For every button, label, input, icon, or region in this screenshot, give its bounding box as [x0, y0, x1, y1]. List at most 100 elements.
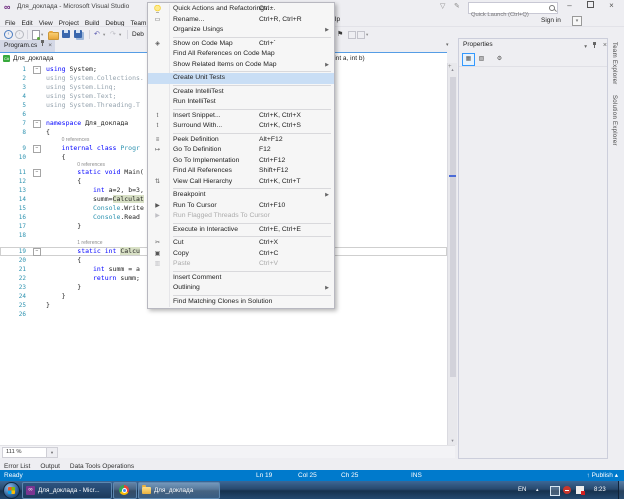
- menu-item-create-unit-tests[interactable]: Create Unit Tests: [148, 73, 334, 84]
- code-text[interactable]: namespace Для_доклада: [46, 119, 128, 128]
- menu-help-fragment[interactable]: lp: [335, 16, 340, 23]
- show-desktop-button[interactable]: [618, 481, 624, 499]
- code-text[interactable]: int a=2, b=3,: [46, 186, 144, 195]
- side-tab-team-explorer[interactable]: Team Explorer: [611, 42, 617, 85]
- save-icon[interactable]: [62, 30, 70, 38]
- code-text[interactable]: using System.Threading.T: [46, 101, 140, 110]
- code-text[interactable]: Console.Write: [46, 204, 144, 213]
- menu-item-execute-in-interactive[interactable]: Execute in InteractiveCtrl+E, Ctrl+E: [148, 225, 334, 236]
- code-text[interactable]: using System.Collections.: [46, 74, 144, 83]
- code-text[interactable]: {: [46, 256, 81, 265]
- code-text[interactable]: using System.Text;: [46, 92, 116, 101]
- code-text[interactable]: using System;: [46, 65, 97, 74]
- send-feedback-icon[interactable]: ✎: [454, 3, 460, 11]
- code-text[interactable]: {: [46, 128, 50, 137]
- navigate-backward-icon[interactable]: ‹: [4, 30, 13, 39]
- categorized-icon[interactable]: ▦: [462, 53, 475, 66]
- menu-item-insert-snippet[interactable]: tInsert Snippet...Ctrl+K, Ctrl+X: [148, 111, 334, 122]
- taskbar-item-chrome[interactable]: [113, 482, 137, 499]
- minimize-button[interactable]: –: [560, 0, 579, 13]
- pin-icon[interactable]: [40, 40, 45, 47]
- menu-item-run-intellitest[interactable]: Run IntelliTest: [148, 97, 334, 108]
- menu-item-cut[interactable]: ✂CutCtrl+X: [148, 238, 334, 249]
- code-text[interactable]: using System.Linq;: [46, 83, 116, 92]
- uncomment-icon[interactable]: [357, 31, 365, 39]
- publish-button[interactable]: ↑ Publish ▴: [587, 470, 618, 481]
- start-button[interactable]: [3, 482, 20, 499]
- taskbar-item-folder[interactable]: Для_доклада: [138, 482, 220, 499]
- fold-collapse-icon[interactable]: −: [33, 145, 41, 153]
- undo-dropdown-icon[interactable]: ▾: [103, 30, 105, 39]
- menu-item-find-matching-clones-in-solution[interactable]: Find Matching Clones in Solution: [148, 297, 334, 308]
- menu-item-outlining[interactable]: Outlining▶: [148, 283, 334, 294]
- scroll-down-icon[interactable]: ▾: [448, 438, 457, 444]
- project-dropdown[interactable]: Для_доклада: [13, 55, 53, 62]
- code-text[interactable]: return summ;: [46, 274, 140, 283]
- code-text[interactable]: {: [46, 177, 81, 186]
- code-text[interactable]: internal class Progr: [46, 144, 140, 153]
- feedback-smiley-icon[interactable]: ▽: [440, 3, 445, 11]
- fold-collapse-icon[interactable]: −: [33, 120, 41, 128]
- menu-item-surround-with[interactable]: tSurround With...Ctrl+K, Ctrl+S: [148, 121, 334, 132]
- quick-launch-box[interactable]: [468, 2, 558, 14]
- auto-hide-pin-icon[interactable]: [592, 41, 597, 49]
- code-text[interactable]: int summ = a: [46, 265, 140, 274]
- show-hidden-icons-icon[interactable]: ▴: [536, 481, 539, 499]
- document-well-dropdown-icon[interactable]: ▾: [446, 42, 449, 48]
- close-button[interactable]: ×: [602, 0, 621, 13]
- menu-item-copy[interactable]: ▣CopyCtrl+C: [148, 249, 334, 260]
- tab-program-cs[interactable]: Program.cs×: [0, 40, 55, 52]
- fold-collapse-icon[interactable]: −: [33, 66, 41, 74]
- code-text[interactable]: static int Calcu: [46, 247, 140, 256]
- menu-item-rename[interactable]: ▭Rename...Ctrl+R, Ctrl+R: [148, 15, 334, 26]
- properties-header[interactable]: Properties ▾ ×: [459, 39, 611, 51]
- menu-item-show-on-code-map[interactable]: ◈Show on Code MapCtrl+`: [148, 39, 334, 50]
- property-pages-icon[interactable]: ⚙: [493, 53, 506, 66]
- menu-item-insert-comment[interactable]: Insert Comment: [148, 273, 334, 284]
- code-text[interactable]: }: [46, 283, 81, 292]
- close-tab-icon[interactable]: ×: [48, 42, 52, 49]
- menu-item-breakpoint[interactable]: Breakpoint▶: [148, 190, 334, 201]
- scrollbar-thumb[interactable]: [450, 77, 456, 377]
- menu-item-view-call-hierarchy[interactable]: ⇅View Call HierarchyCtrl+K, Ctrl+T: [148, 177, 334, 188]
- toolbar-overflow-icon[interactable]: ▾: [366, 30, 368, 39]
- open-file-icon[interactable]: [48, 32, 59, 40]
- action-center-flag-icon[interactable]: [576, 486, 584, 494]
- menu-item-go-to-definition[interactable]: ↦Go To DefinitionF12: [148, 145, 334, 156]
- code-text[interactable]: static void Main(: [46, 168, 144, 177]
- sign-in-link[interactable]: Sign in: [541, 17, 561, 24]
- code-text[interactable]: Console.Read: [46, 213, 140, 222]
- new-item-dropdown-icon[interactable]: ▾: [41, 30, 43, 39]
- restore-button[interactable]: [581, 0, 600, 13]
- code-text[interactable]: }: [46, 292, 66, 301]
- menu-item-quick-actions-and-refactorings[interactable]: Quick Actions and Refactorings...Ctrl+.: [148, 4, 334, 15]
- save-all-icon[interactable]: [74, 30, 82, 38]
- menu-item-go-to-implementation[interactable]: Go To ImplementationCtrl+F12: [148, 156, 334, 167]
- menu-item-show-related-items-on-code-map[interactable]: Show Related Items on Code Map▶: [148, 60, 334, 71]
- highlighted-symbol[interactable]: Calcu: [120, 247, 140, 255]
- comment-icon[interactable]: [348, 31, 356, 39]
- menu-item-create-intellitest[interactable]: Create IntelliTest: [148, 87, 334, 98]
- menu-item-organize-usings[interactable]: Organize Usings▶: [148, 25, 334, 36]
- alphabetical-icon[interactable]: ▧: [475, 53, 488, 66]
- taskbar-clock[interactable]: 8:23: [594, 481, 606, 499]
- menu-item-peek-definition[interactable]: ≡Peek DefinitionAlt+F12: [148, 135, 334, 146]
- fold-collapse-icon[interactable]: −: [33, 169, 41, 177]
- debug-target-dropdown[interactable]: Deb: [132, 30, 144, 39]
- taskbar-item-visual-studio[interactable]: ∞ Для_доклада - Micr...: [22, 482, 112, 499]
- code-text[interactable]: }: [46, 301, 50, 310]
- tray-icon-2[interactable]: [563, 486, 571, 494]
- menu-item-find-all-references-on-code-map[interactable]: Find All References on Code Map: [148, 49, 334, 60]
- language-indicator[interactable]: EN: [518, 481, 526, 499]
- notifications-icon[interactable]: ▾: [572, 16, 582, 26]
- code-text[interactable]: }: [46, 222, 81, 231]
- tray-icon-1[interactable]: [550, 486, 560, 496]
- redo-dropdown-icon[interactable]: ▾: [119, 30, 121, 39]
- new-item-icon[interactable]: [32, 30, 40, 40]
- code-line-26[interactable]: 26: [0, 310, 447, 319]
- editor-vertical-scrollbar[interactable]: ▴ ▾: [447, 63, 457, 445]
- fold-collapse-icon[interactable]: −: [33, 248, 41, 256]
- scrollbar-split-handle[interactable]: +: [448, 64, 452, 70]
- highlighted-symbol[interactable]: Calculat: [113, 195, 144, 203]
- menu-item-run-to-cursor[interactable]: ▶Run To CursorCtrl+F10: [148, 201, 334, 212]
